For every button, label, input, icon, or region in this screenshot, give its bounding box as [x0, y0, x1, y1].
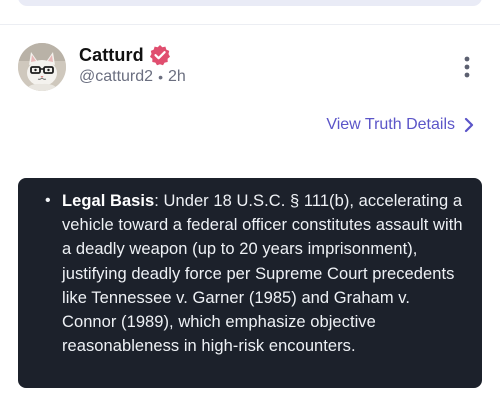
header-divider	[0, 24, 500, 25]
list-bullet: •	[45, 192, 51, 209]
author-meta-row: @catturd2 • 2h	[79, 68, 186, 86]
post-content-text: Legal Basis: Under 18 U.S.C. § 111(b), a…	[62, 189, 468, 358]
bullet-label: Legal Basis	[62, 192, 155, 210]
view-truth-details-label: View Truth Details	[326, 116, 455, 133]
meta-separator-dot: •	[158, 69, 163, 85]
chevron-right-icon	[464, 117, 474, 133]
truth-post-view: Catturd @catturd2 • 2h View Truth Detail…	[0, 0, 500, 400]
post-timestamp: 2h	[167, 68, 186, 85]
more-vertical-icon	[464, 56, 470, 78]
verified-badge-icon	[149, 44, 171, 66]
bullet-body: : Under 18 U.S.C. § 111(b), accelerating…	[62, 192, 463, 356]
more-options-button[interactable]	[456, 52, 478, 82]
top-input-bar[interactable]	[18, 0, 482, 6]
author-handle[interactable]: @catturd2	[79, 68, 153, 86]
view-truth-details-link[interactable]: View Truth Details	[326, 114, 474, 136]
author-display-name[interactable]: Catturd	[79, 45, 144, 66]
cat-avatar-icon	[18, 43, 66, 91]
avatar[interactable]	[18, 43, 66, 91]
post-content-card: • Legal Basis: Under 18 U.S.C. § 111(b),…	[18, 178, 482, 388]
author-name-row: Catturd	[79, 43, 171, 67]
